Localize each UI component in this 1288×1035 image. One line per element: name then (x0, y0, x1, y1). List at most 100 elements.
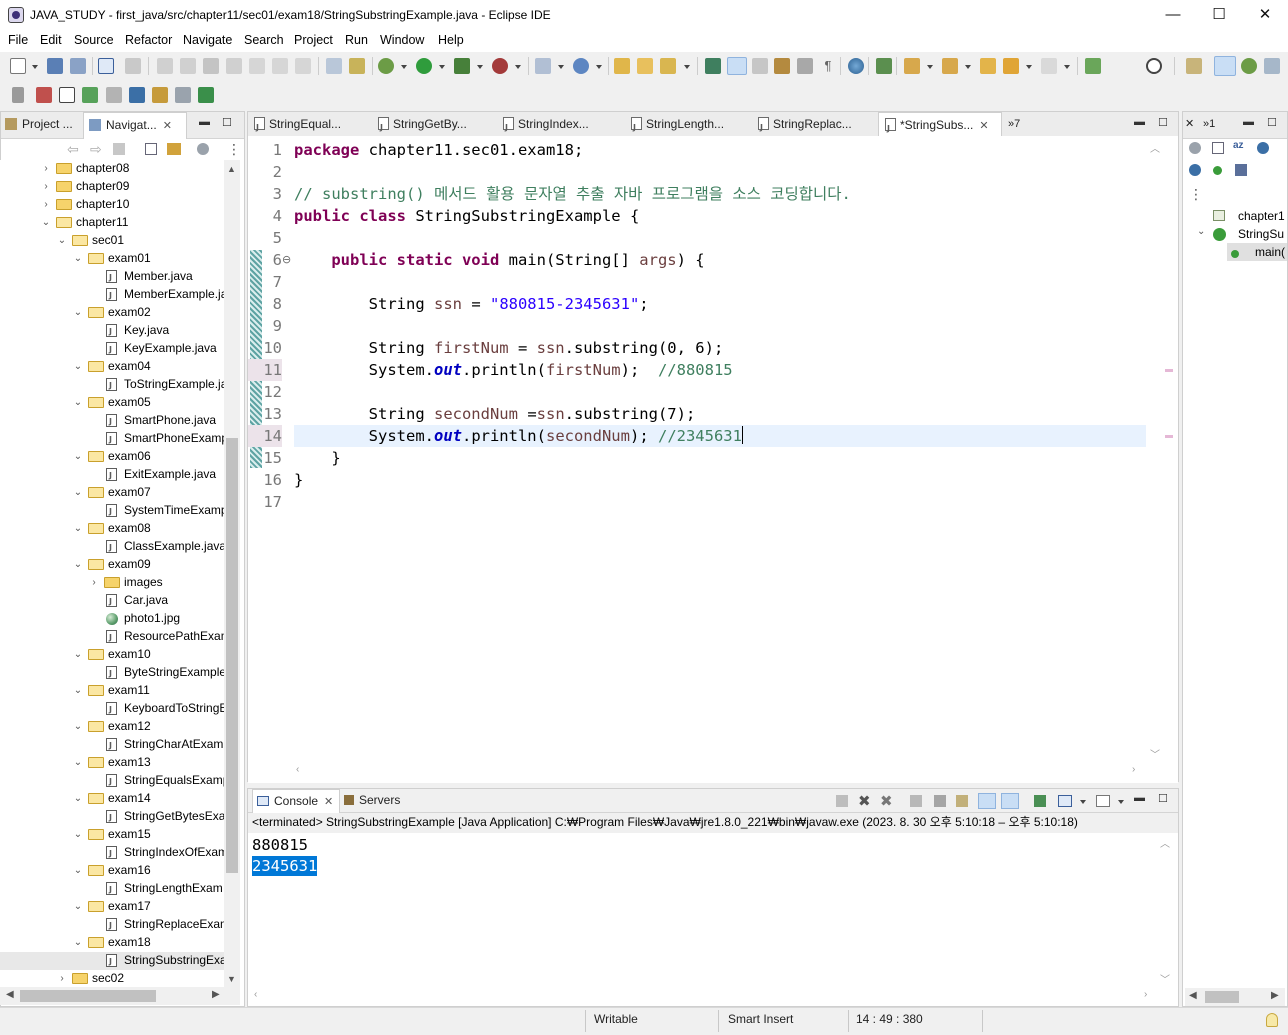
editor-tab-string-replace[interactable]: StringReplac... (758, 112, 876, 138)
editor-tab-overflow[interactable]: »7 (1008, 112, 1028, 138)
close-icon[interactable]: ✕ (324, 791, 333, 813)
tree-folder-item[interactable]: ⌄ exam01 (0, 250, 224, 268)
chevron-down-icon[interactable]: ⌄ (73, 934, 83, 951)
tree-file-item[interactable]: StringEqualsExamp (0, 772, 224, 790)
chevron-down-icon[interactable]: ⌄ (73, 682, 83, 699)
overview-ruler-mark[interactable] (1165, 369, 1173, 372)
chevron-right-icon[interactable]: › (41, 160, 51, 177)
minimize-view-icon[interactable]: ▬ (1243, 116, 1254, 128)
chevron-down-icon[interactable]: ⌄ (73, 754, 83, 771)
tree-folder-item[interactable]: ⌄ exam04 (0, 358, 224, 376)
skip-breakpoints-icon[interactable] (125, 58, 141, 74)
tree-file-item[interactable]: StringGetBytesExar (0, 808, 224, 826)
git-perspective-icon[interactable] (1264, 58, 1280, 74)
scroll-right-icon[interactable]: ▶ (1271, 990, 1279, 1001)
tree-folder-item[interactable]: ⌄ exam10 (0, 646, 224, 664)
stage-icon[interactable] (129, 87, 145, 103)
tree-folder-item[interactable]: ⌄ exam15 (0, 826, 224, 844)
open-perspective-icon[interactable] (1186, 58, 1202, 74)
tree-file-item[interactable]: StringLengthExam (0, 880, 224, 898)
disconnect-icon[interactable] (226, 58, 242, 74)
editor-scroll-right-icon[interactable]: › (1132, 764, 1135, 775)
tree-file-item[interactable]: SmartPhoneExamp (0, 430, 224, 448)
tree-folder-item[interactable]: ⌄ exam02 (0, 304, 224, 322)
previous-annotation-icon[interactable] (942, 58, 958, 74)
notification-bell-icon[interactable] (1266, 1013, 1278, 1027)
new-icon[interactable] (10, 58, 26, 74)
overview-ruler-mark[interactable] (1165, 435, 1173, 438)
previous-annotation-dropdown-icon[interactable] (965, 65, 971, 69)
menu-file[interactable]: File (8, 33, 28, 47)
menu-search[interactable]: Search (244, 33, 284, 47)
editor-tab-string-substring[interactable]: *StringSubs...✕ (878, 112, 1002, 139)
git-icon[interactable] (175, 87, 191, 103)
menu-navigate[interactable]: Navigate (183, 33, 232, 47)
code-editor[interactable]: 1 2 3 4 5 6 ⊖ 7 8 9 10 11 12 13 14 15 16… (248, 136, 1178, 783)
minimize-view-icon[interactable]: ▬ (1134, 792, 1145, 804)
editor-scroll-up-icon[interactable]: ︿ (1150, 140, 1160, 155)
minimize-view-icon[interactable]: ▬ (199, 116, 210, 128)
scroll-right-icon[interactable]: ▶ (212, 989, 220, 1000)
collapse-all-icon[interactable] (1212, 142, 1224, 154)
open-console-icon[interactable] (98, 58, 114, 74)
tree-folder-item[interactable]: ⌄ exam05 (0, 394, 224, 412)
pin-console-icon[interactable] (1034, 795, 1046, 807)
new-class-dropdown-icon[interactable] (596, 65, 602, 69)
scroll-left-icon[interactable]: ◀ (6, 989, 14, 1000)
forward-icon[interactable] (1041, 58, 1057, 74)
display-console-icon[interactable] (1058, 795, 1072, 807)
outline-method-label[interactable]: main( (1255, 245, 1285, 259)
last-edit-icon[interactable] (980, 58, 996, 74)
open-console-dropdown-icon[interactable] (1118, 800, 1124, 804)
pin-editor-icon[interactable] (1085, 58, 1101, 74)
terminate-icon[interactable] (203, 58, 219, 74)
tree-folder-item[interactable]: ⌄ exam16 (0, 862, 224, 880)
tree-file-item[interactable]: StringReplaceExam (0, 916, 224, 934)
tab-console[interactable]: Console ✕ (252, 789, 340, 813)
hide-static-icon[interactable] (1189, 164, 1201, 176)
outline-overflow-tab[interactable]: »1 (1203, 112, 1221, 138)
clear-console-icon[interactable] (910, 795, 922, 807)
scroll-down-icon[interactable]: ▼ (227, 974, 236, 984)
tree-file-item[interactable]: Member.java (0, 268, 224, 286)
view-menu-icon[interactable]: ⋮ (1189, 186, 1203, 203)
chevron-down-icon[interactable]: ⌄ (73, 304, 83, 321)
debug-icon[interactable] (378, 58, 394, 74)
new-java-dropdown-icon[interactable] (558, 65, 564, 69)
chevron-down-icon[interactable]: ⌄ (73, 448, 83, 465)
save-all-icon[interactable] (70, 58, 86, 74)
coverage-dropdown-icon[interactable] (477, 65, 483, 69)
hide-nonpublic-icon[interactable] (1213, 166, 1222, 175)
up-folder-icon[interactable] (113, 143, 125, 155)
tree-file-item[interactable]: StringIndexOfExam (0, 844, 224, 862)
team-sync-icon[interactable] (36, 87, 52, 103)
terminate-console-icon[interactable] (836, 795, 848, 807)
collapse-all-icon[interactable] (145, 143, 157, 155)
step-over-icon[interactable] (272, 58, 288, 74)
show-on-stdout-icon[interactable] (978, 793, 996, 809)
tree-file-item[interactable]: SmartPhone.java (0, 412, 224, 430)
tree-folder-item[interactable]: ⌄ exam12 (0, 718, 224, 736)
tree-file-item[interactable]: ResourcePathExam (0, 628, 224, 646)
remove-launch-icon[interactable]: ✖ (858, 792, 871, 810)
chevron-right-icon[interactable]: › (41, 196, 51, 213)
tree-folder-item[interactable]: › sec02 (0, 970, 224, 987)
search-tool-icon[interactable] (660, 58, 676, 74)
close-icon[interactable]: ✕ (1185, 112, 1199, 138)
use-step-filters-icon[interactable] (349, 58, 365, 74)
chevron-down-icon[interactable]: ⌄ (73, 790, 83, 807)
chevron-down-icon[interactable]: ⌄ (73, 520, 83, 537)
toggle-mark-occurrences-icon[interactable] (727, 57, 747, 75)
menu-project[interactable]: Project (294, 33, 333, 47)
fold-marker-icon[interactable]: ⊖ (282, 253, 291, 266)
tree-file-item[interactable]: Car.java (0, 592, 224, 610)
back-icon[interactable] (1003, 58, 1019, 74)
back-arrow-icon[interactable]: ⇦ (67, 141, 79, 158)
run-icon[interactable] (416, 58, 432, 74)
tree-file-item[interactable]: KeyboardToStringE (0, 700, 224, 718)
editor-tab-string-length[interactable]: StringLength... (631, 112, 751, 138)
next-annotation-dropdown-icon[interactable] (927, 65, 933, 69)
chevron-down-icon[interactable]: ⌄ (73, 826, 83, 843)
close-window-button[interactable]: ✕ (1242, 0, 1288, 31)
tree-file-item[interactable]: ExitExample.java (0, 466, 224, 484)
